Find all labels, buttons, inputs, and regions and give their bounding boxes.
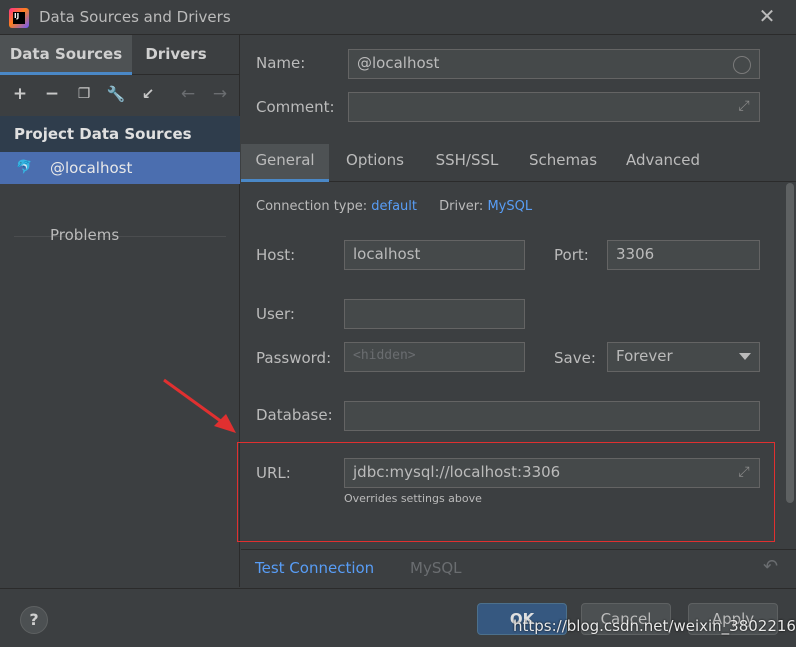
host-input[interactable]: localhost <box>344 240 525 270</box>
divider <box>14 236 226 237</box>
forward-arrow-icon[interactable]: → <box>208 82 232 106</box>
color-circle-icon[interactable] <box>733 56 751 74</box>
tab-schemas[interactable]: Schemas <box>519 144 607 182</box>
host-label: Host: <box>256 246 296 264</box>
duplicate-icon[interactable]: ❐ <box>72 82 96 106</box>
back-arrow-icon[interactable]: ← <box>176 82 200 106</box>
wrench-icon[interactable]: 🔧 <box>104 82 128 106</box>
driver-link[interactable]: MySQL <box>487 199 532 214</box>
watermark-text: https://blog.csdn.net/weixin_38022166 <box>513 617 796 635</box>
user-label: User: <box>256 305 295 323</box>
password-input[interactable]: <hidden> <box>344 342 525 372</box>
driver-name-text: MySQL <box>410 559 462 577</box>
bottom-strip: Test Connection MySQL ↶ <box>241 549 796 587</box>
left-tabs: Data Sources Drivers <box>0 35 240 75</box>
left-panel: Data Sources Drivers + − ❐ 🔧 ↙ ← → Proje… <box>0 35 240 587</box>
right-tabs: General Options SSH/SSL Schemas Advanced <box>241 144 796 182</box>
name-label: Name: <box>256 54 306 72</box>
port-input[interactable]: 3306 <box>607 240 760 270</box>
left-toolbar: + − ❐ 🔧 ↙ ← → <box>0 76 240 114</box>
test-connection-link[interactable]: Test Connection <box>255 559 374 577</box>
tab-options[interactable]: Options <box>333 144 417 182</box>
user-input[interactable] <box>344 299 525 329</box>
revert-icon[interactable]: ↶ <box>763 556 778 577</box>
close-icon[interactable]: ✕ <box>756 6 778 28</box>
tab-advanced[interactable]: Advanced <box>615 144 711 182</box>
connection-type-label: Connection type: <box>256 199 368 214</box>
expand-icon[interactable]: ⤢ <box>736 98 752 114</box>
dropdown-arrow-icon <box>739 353 751 360</box>
comment-label: Comment: <box>256 98 335 116</box>
driver-label: Driver: <box>439 199 484 214</box>
red-arrow-annotation <box>163 378 236 433</box>
tab-general[interactable]: General <box>241 144 329 182</box>
mysql-dolphin-icon: 🐬 <box>16 160 33 175</box>
data-source-item[interactable]: 🐬 @localhost <box>0 152 240 184</box>
window-title: Data Sources and Drivers <box>39 8 231 26</box>
comment-field[interactable]: ⤢ <box>348 92 760 122</box>
section-header: Project Data Sources <box>0 116 240 152</box>
connection-type-row: Connection type: default Driver: MySQL <box>256 199 532 214</box>
port-label: Port: <box>554 246 589 264</box>
help-button[interactable]: ? <box>20 606 48 634</box>
password-label: Password: <box>256 349 332 367</box>
tab-ssh-ssl[interactable]: SSH/SSL <box>423 144 511 182</box>
intellij-app-icon: IJ <box>9 8 29 28</box>
save-label: Save: <box>554 349 596 367</box>
database-label: Database: <box>256 406 333 424</box>
tab-data-sources[interactable]: Data Sources <box>0 35 132 75</box>
add-icon[interactable]: + <box>8 82 32 106</box>
import-icon[interactable]: ↙ <box>136 82 160 106</box>
save-value: Forever <box>616 347 673 365</box>
title-bar: IJ Data Sources and Drivers ✕ <box>0 0 796 35</box>
tab-drivers[interactable]: Drivers <box>132 35 220 75</box>
remove-icon[interactable]: − <box>40 82 64 106</box>
save-select[interactable]: Forever <box>607 342 760 372</box>
data-source-label: @localhost <box>50 159 133 177</box>
name-field[interactable]: @localhost <box>348 49 760 79</box>
scrollbar[interactable] <box>786 183 794 503</box>
name-value: @localhost <box>357 54 440 72</box>
highlight-box <box>237 442 775 542</box>
database-input[interactable] <box>344 401 760 431</box>
dialog-footer: ? OK Cancel Apply https://blog.csdn.net/… <box>0 588 796 647</box>
connection-type-link[interactable]: default <box>371 199 417 214</box>
problems-item[interactable]: Problems <box>50 226 119 244</box>
